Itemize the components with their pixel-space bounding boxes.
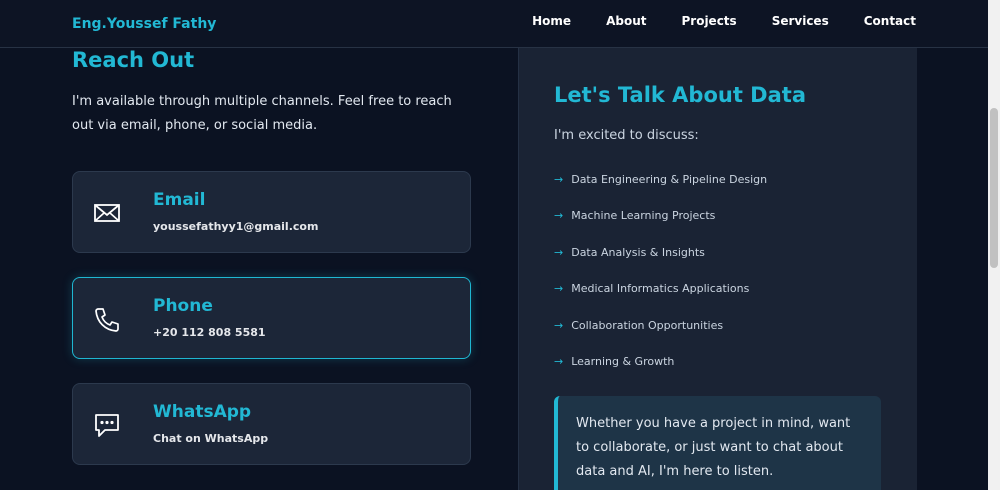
- chat-icon: [95, 414, 119, 437]
- topic-label: Data Engineering & Pipeline Design: [571, 173, 768, 186]
- scrollbar-thumb[interactable]: [990, 108, 998, 268]
- arrow-right-icon: →: [554, 318, 564, 332]
- email-card[interactable]: Email youssefathyy1@gmail.com: [72, 171, 471, 253]
- nav-link-home[interactable]: Home: [532, 14, 571, 28]
- nav-links: Home About Projects Services Contact: [532, 14, 916, 28]
- phone-title: Phone: [153, 296, 213, 316]
- arrow-right-icon: →: [554, 173, 564, 186]
- arrow-right-icon: →: [554, 245, 564, 259]
- arrow-right-icon: →: [554, 354, 564, 368]
- list-item: → Medical Informatics Applications: [554, 282, 767, 318]
- reach-out-heading: Reach Out: [72, 48, 195, 72]
- email-value[interactable]: youssefathyy1@gmail.com: [153, 220, 318, 233]
- talk-panel: Let's Talk About Data I'm excited to dis…: [518, 48, 917, 490]
- arrow-right-icon: →: [554, 282, 564, 296]
- topic-label: Medical Informatics Applications: [571, 282, 750, 296]
- phone-icon: [95, 308, 119, 332]
- talk-heading: Let's Talk About Data: [554, 83, 806, 107]
- nav-link-about[interactable]: About: [606, 14, 646, 28]
- whatsapp-value[interactable]: Chat on WhatsApp: [153, 432, 268, 445]
- nav-link-projects[interactable]: Projects: [681, 14, 736, 28]
- arrow-right-icon: →: [554, 209, 564, 223]
- topic-label: Learning & Growth: [571, 354, 675, 368]
- topic-list: → Data Engineering & Pipeline Design → Mac…: [554, 173, 767, 391]
- topic-label: Machine Learning Projects: [571, 209, 716, 223]
- nav-link-services[interactable]: Services: [772, 14, 829, 28]
- page-scrollbar[interactable]: [988, 0, 1000, 490]
- email-title: Email: [153, 190, 206, 210]
- envelope-icon: [94, 204, 120, 222]
- reach-out-intro: I'm available through multiple channels.…: [72, 94, 452, 133]
- list-item: → Data Analysis & Insights: [554, 246, 767, 282]
- list-item: → Data Engineering & Pipeline Design: [554, 173, 767, 209]
- contact-section: Reach Out I'm available through multiple…: [0, 48, 988, 490]
- whatsapp-title: WhatsApp: [153, 402, 252, 422]
- list-item: → Learning & Growth: [554, 355, 767, 391]
- whatsapp-card[interactable]: WhatsApp Chat on WhatsApp: [72, 383, 471, 465]
- brand-logo[interactable]: Eng.Youssef Fathy: [72, 16, 216, 32]
- topic-label: Collaboration Opportunities: [571, 318, 724, 332]
- quote-callout: Whether you have a project in mind, want…: [554, 396, 881, 490]
- list-item: → Collaboration Opportunities: [554, 319, 767, 355]
- nav-link-contact[interactable]: Contact: [864, 14, 916, 28]
- top-navbar: Eng.Youssef Fathy Home About Projects Se…: [0, 0, 988, 48]
- topic-label: Data Analysis & Insights: [571, 245, 705, 259]
- list-item: → Machine Learning Projects: [554, 209, 767, 245]
- talk-intro: I'm excited to discuss:: [554, 128, 699, 143]
- phone-card[interactable]: Phone +20 112 808 5581: [72, 277, 471, 359]
- phone-value[interactable]: +20 112 808 5581: [153, 326, 266, 339]
